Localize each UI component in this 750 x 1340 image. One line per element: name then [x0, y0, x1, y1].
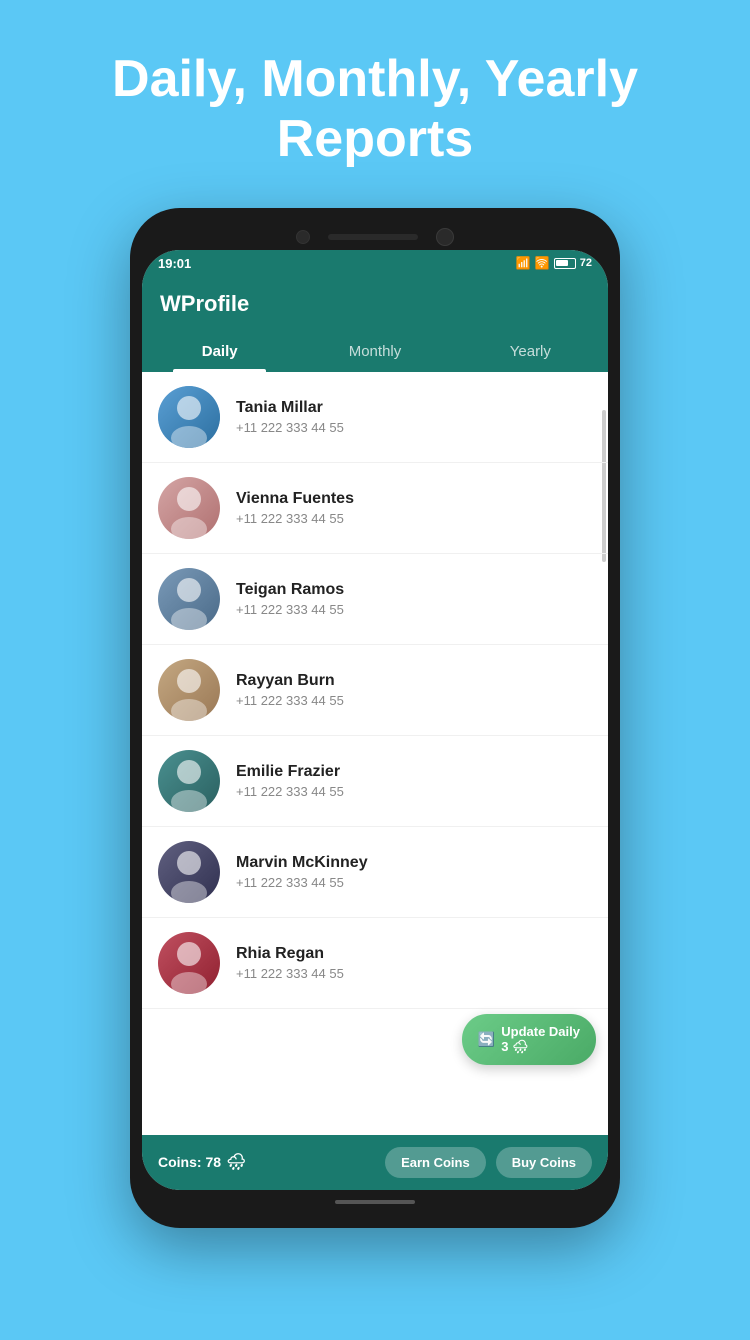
buy-coins-button[interactable]: Buy Coins [496, 1147, 592, 1178]
avatar [158, 932, 220, 994]
avatar [158, 386, 220, 448]
phone-frame: 19:01 📶 🛜 72 WProfile Daily Mo [130, 208, 620, 1228]
battery-percent: 72 [580, 257, 592, 269]
avatar [158, 750, 220, 812]
tab-monthly[interactable]: Monthly [297, 331, 452, 372]
list-item[interactable]: Rhia Regan +11 222 333 44 55 [142, 918, 608, 1009]
tab-yearly[interactable]: Yearly [453, 331, 608, 372]
list-item[interactable]: Marvin McKinney +11 222 333 44 55 [142, 827, 608, 918]
contact-info: Rhia Regan +11 222 333 44 55 [236, 945, 344, 981]
tabs-bar[interactable]: Daily Monthly Yearly [142, 331, 608, 372]
list-item[interactable]: Vienna Fuentes +11 222 333 44 55 [142, 463, 608, 554]
contact-phone: +11 222 333 44 55 [236, 784, 344, 799]
refresh-icon: 🔄 [478, 1031, 495, 1048]
coins-info: Coins: 78 🌧 [158, 1152, 246, 1172]
camera-circle-right [436, 228, 454, 246]
update-daily-button[interactable]: 🔄 Update Daily 3 🌧 [462, 1014, 596, 1065]
contact-name: Rhia Regan [236, 945, 344, 963]
wifi-icon: 🛜 [535, 256, 550, 270]
status-bar: 19:01 📶 🛜 72 [142, 250, 608, 277]
list-item[interactable]: Teigan Ramos +11 222 333 44 55 [142, 554, 608, 645]
bottom-bar: Coins: 78 🌧 Earn Coins Buy Coins [142, 1135, 608, 1190]
phone-camera-area [142, 220, 608, 250]
contact-info: Vienna Fuentes +11 222 333 44 55 [236, 490, 354, 526]
camera-circle-left [296, 230, 310, 244]
contact-phone: +11 222 333 44 55 [236, 511, 354, 526]
avatar [158, 568, 220, 630]
battery-fill [556, 260, 568, 266]
contact-name: Tania Millar [236, 399, 344, 417]
coin-emoji: 🌧 [226, 1152, 246, 1172]
speaker-bar [328, 234, 418, 240]
avatar [158, 659, 220, 721]
contact-phone: +11 222 333 44 55 [236, 966, 344, 981]
status-icons: 📶 🛜 72 [516, 256, 592, 270]
contact-name: Vienna Fuentes [236, 490, 354, 508]
contact-name: Rayyan Burn [236, 672, 344, 690]
coins-label: Coins: 78 [158, 1154, 221, 1170]
list-item[interactable]: Emilie Frazier +11 222 333 44 55 [142, 736, 608, 827]
signal-icon: 📶 [516, 256, 531, 270]
list-item[interactable]: Tania Millar +11 222 333 44 55 [142, 372, 608, 463]
battery-icon: 72 [554, 257, 592, 269]
home-indicator[interactable] [335, 1200, 415, 1204]
phone-bottom-bar [142, 1190, 608, 1210]
contact-info: Emilie Frazier +11 222 333 44 55 [236, 763, 344, 799]
contact-name: Emilie Frazier [236, 763, 344, 781]
status-time: 19:01 [158, 256, 191, 271]
avatar [158, 841, 220, 903]
contact-phone: +11 222 333 44 55 [236, 693, 344, 708]
contact-info: Rayyan Burn +11 222 333 44 55 [236, 672, 344, 708]
contact-phone: +11 222 333 44 55 [236, 420, 344, 435]
phone-screen: 19:01 📶 🛜 72 WProfile Daily Mo [142, 250, 608, 1190]
contact-info: Teigan Ramos +11 222 333 44 55 [236, 581, 344, 617]
contact-phone: +11 222 333 44 55 [236, 602, 344, 617]
earn-coins-button[interactable]: Earn Coins [385, 1147, 486, 1178]
bottom-buttons: Earn Coins Buy Coins [385, 1147, 592, 1178]
app-title: WProfile [160, 291, 249, 316]
update-daily-label: Update Daily 3 🌧 [501, 1024, 580, 1055]
tab-daily[interactable]: Daily [142, 331, 297, 372]
contact-name: Teigan Ramos [236, 581, 344, 599]
contact-name: Marvin McKinney [236, 854, 368, 872]
contact-info: Marvin McKinney +11 222 333 44 55 [236, 854, 368, 890]
avatar [158, 477, 220, 539]
app-header: WProfile [142, 277, 608, 331]
battery-body [554, 258, 576, 269]
contact-phone: +11 222 333 44 55 [236, 875, 368, 890]
list-item[interactable]: Rayyan Burn +11 222 333 44 55 [142, 645, 608, 736]
contact-list: Tania Millar +11 222 333 44 55 Vienna Fu… [142, 372, 608, 1135]
page-title: Daily, Monthly, Yearly Reports [0, 50, 750, 170]
contact-info: Tania Millar +11 222 333 44 55 [236, 399, 344, 435]
